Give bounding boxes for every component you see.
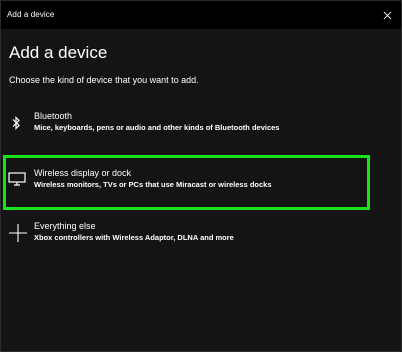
plus-icon (8, 223, 28, 243)
option-name: Wireless display or dock (34, 168, 132, 178)
add-device-window: Add a device Add a device Choose the kin… (0, 0, 402, 352)
page-subtitle: Choose the kind of device that you want … (9, 75, 199, 85)
option-bluetooth[interactable]: Bluetooth Mice, keyboards, pens or audio… (4, 111, 370, 159)
option-everything-else[interactable]: Everything else Xbox controllers with Wi… (4, 221, 370, 269)
page-title: Add a device (9, 43, 108, 62)
option-name: Bluetooth (34, 111, 73, 121)
bluetooth-icon (8, 115, 24, 131)
window-title: Add a device (7, 10, 55, 19)
option-description: Xbox controllers with Wireless Adaptor, … (34, 233, 234, 242)
title-bar: Add a device (1, 1, 401, 29)
option-description: Wireless monitors, TVs or PCs that use M… (34, 180, 272, 189)
option-description: Mice, keyboards, pens or audio and other… (34, 123, 280, 132)
close-icon (383, 11, 391, 19)
option-wireless-display[interactable]: Wireless display or dock Wireless monito… (3, 155, 370, 210)
option-name: Everything else (34, 221, 96, 231)
close-button[interactable] (373, 1, 401, 29)
monitor-icon (8, 172, 26, 186)
